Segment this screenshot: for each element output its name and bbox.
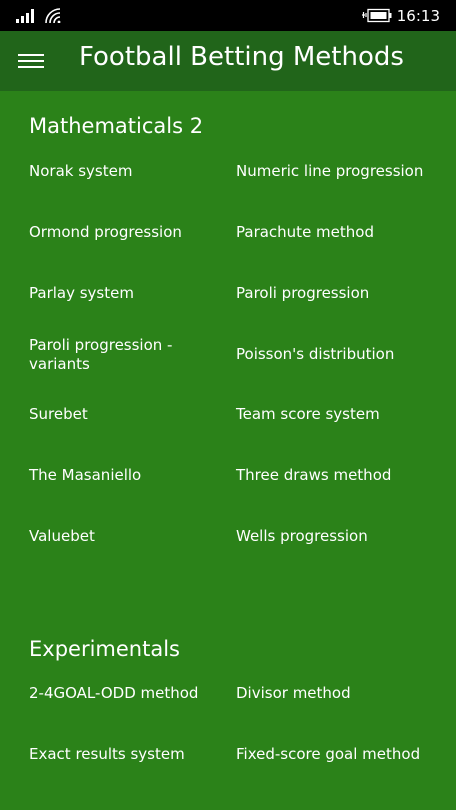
app-bar: Football Betting Methods	[0, 31, 456, 91]
battery-charging-icon	[362, 8, 392, 23]
hamburger-menu-icon[interactable]	[18, 51, 44, 71]
list-item-norak-system[interactable]: Norak system	[29, 162, 209, 181]
list-item-three-draws-method[interactable]: Three draws method	[236, 466, 446, 485]
section-title-mathematicals-2: Mathematicals 2	[29, 114, 204, 138]
status-time: 16:13	[396, 7, 440, 25]
list-item-divisor-method[interactable]: Divisor method	[236, 684, 446, 703]
list-item-numeric-line-progression[interactable]: Numeric line progression	[236, 162, 446, 181]
signal-icon	[16, 9, 34, 23]
list-item-fixed-score-goal-method[interactable]: Fixed-score goal method	[236, 745, 446, 764]
list-item-paroli-progression-variants[interactable]: Paroli progression - variants	[29, 336, 194, 374]
list-item-ormond-progression[interactable]: Ormond progression	[29, 223, 209, 242]
list-item-the-masaniello[interactable]: The Masaniello	[29, 466, 209, 485]
app-title: Football Betting Methods	[79, 42, 404, 72]
list-item-paroli-progression[interactable]: Paroli progression	[236, 284, 446, 303]
list-item-exact-results-system[interactable]: Exact results system	[29, 745, 209, 764]
list-item-parlay-system[interactable]: Parlay system	[29, 284, 209, 303]
status-bar: 16:13	[0, 0, 456, 31]
list-item-valuebet[interactable]: Valuebet	[29, 527, 209, 546]
list-item-poissons-distribution[interactable]: Poisson's distribution	[236, 345, 446, 364]
section-title-experimentals: Experimentals	[29, 637, 180, 661]
list-item-surebet[interactable]: Surebet	[29, 405, 209, 424]
wifi-icon	[45, 8, 61, 23]
list-item-team-score-system[interactable]: Team score system	[236, 405, 446, 424]
list-item-2-4goal-odd-method[interactable]: 2-4GOAL-ODD method	[29, 684, 209, 703]
list-item-parachute-method[interactable]: Parachute method	[236, 223, 446, 242]
list-item-wells-progression[interactable]: Wells progression	[236, 527, 446, 546]
